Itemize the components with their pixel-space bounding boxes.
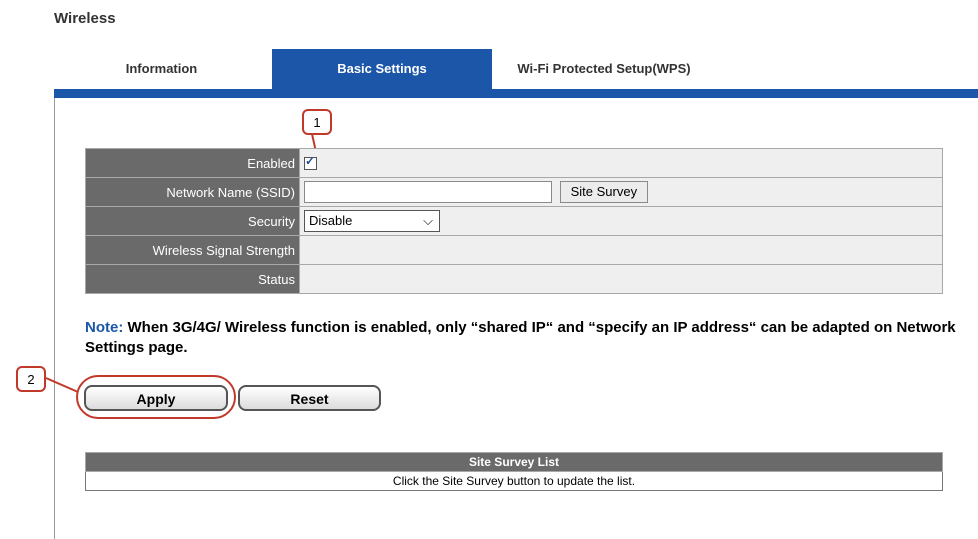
ssid-row: Network Name (SSID) Site Survey <box>85 177 943 207</box>
signal-label: Wireless Signal Strength <box>85 235 300 265</box>
security-label: Security <box>85 206 300 236</box>
security-select-value: Disable <box>309 213 353 228</box>
reset-button[interactable]: Reset <box>238 385 381 411</box>
site-survey-list: Site Survey List Click the Site Survey b… <box>85 452 943 491</box>
security-row: Security Disable ⌵ <box>85 206 943 236</box>
status-value <box>299 264 943 294</box>
site-survey-button[interactable]: Site Survey <box>559 181 649 203</box>
chevron-down-icon: ⌵ <box>423 213 433 228</box>
site-survey-header: Site Survey List <box>85 452 943 472</box>
callout-2: 2 <box>16 366 46 392</box>
signal-row: Wireless Signal Strength <box>85 235 943 265</box>
enabled-label: Enabled <box>85 148 300 178</box>
callout-2-pointer <box>45 377 79 393</box>
basic-settings-table: Enabled Network Name (SSID) Site Survey … <box>85 148 943 294</box>
note-body: When 3G/4G/ Wireless function is enabled… <box>85 319 956 356</box>
ssid-input[interactable] <box>304 181 552 203</box>
apply-button[interactable]: Apply <box>84 385 228 411</box>
enabled-checkbox[interactable] <box>304 154 317 170</box>
note-text: Note: When 3G/4G/ Wireless function is e… <box>85 318 965 358</box>
ssid-label: Network Name (SSID) <box>85 177 300 207</box>
site-survey-message: Click the Site Survey button to update t… <box>85 471 943 491</box>
signal-value <box>299 235 943 265</box>
security-select[interactable]: Disable ⌵ <box>304 210 440 232</box>
note-label: Note: <box>85 319 124 336</box>
status-row: Status <box>85 264 943 294</box>
status-label: Status <box>85 264 300 294</box>
enabled-row: Enabled <box>85 148 943 178</box>
